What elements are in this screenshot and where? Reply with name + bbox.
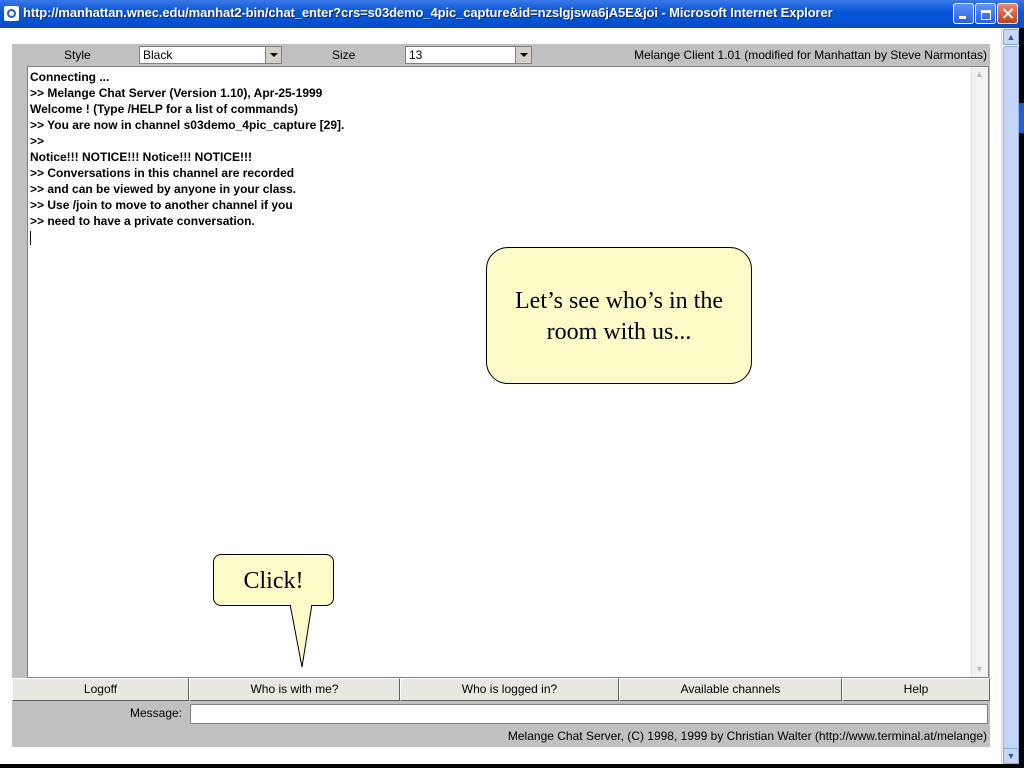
who-is-logged-in-button[interactable]: Who is logged in? [400, 678, 619, 701]
client-version-label: Melange Client 1.01 (modified for Manhat… [634, 48, 987, 62]
minimize-button[interactable] [953, 3, 974, 24]
help-button[interactable]: Help [842, 678, 990, 701]
chat-scrollbar[interactable]: ▲ ▼ [971, 67, 988, 677]
scroll-up-icon[interactable]: ▲ [1003, 29, 1019, 45]
chat-line: >> Use /join to move to another channel … [30, 198, 293, 212]
chat-line: Welcome ! (Type /HELP for a list of comm… [30, 102, 299, 116]
window-edge [1019, 28, 1024, 768]
scrollbar-thumb[interactable] [1003, 46, 1019, 764]
chat-line: >> Conversations in this channel are rec… [30, 166, 295, 180]
title-bar: http://manhattan.wnec.edu/manhat2-bin/ch… [0, 0, 1024, 28]
callout-click: Click! [213, 554, 334, 606]
chat-applet: Style Black Size 13 Melange Client 1.01 … [12, 44, 990, 747]
logoff-button[interactable]: Logoff [12, 678, 189, 701]
close-button[interactable] [997, 3, 1018, 24]
who-is-with-me-button[interactable]: Who is with me? [189, 678, 400, 701]
style-select[interactable]: Black [139, 46, 282, 64]
scroll-down-icon[interactable]: ▼ [1003, 748, 1019, 764]
ie-page-icon [4, 6, 19, 21]
server-credit: Melange Chat Server, (C) 1998, 1999 by C… [507, 729, 987, 743]
chevron-down-icon[interactable] [515, 47, 531, 63]
window-bottom-edge [0, 764, 1024, 768]
scroll-up-icon[interactable]: ▲ [972, 67, 987, 82]
message-input[interactable] [190, 704, 988, 724]
page-scrollbar[interactable]: ▲ ▼ [1001, 28, 1020, 766]
size-select[interactable]: 13 [405, 46, 532, 64]
options-row: Style Black Size 13 Melange Client 1.01 … [12, 44, 990, 66]
message-label: Message: [130, 706, 183, 720]
chevron-down-icon[interactable] [265, 47, 281, 63]
available-channels-button[interactable]: Available channels [619, 678, 842, 701]
callout-room: Let’s see who’s in the room with us... [486, 247, 752, 384]
restore-button[interactable] [975, 3, 996, 24]
chat-line: >> need to have a private conversation. [30, 214, 255, 228]
window-title: http://manhattan.wnec.edu/manhat2-bin/ch… [23, 5, 833, 20]
chat-lines: Connecting ... >> Melange Chat Server (Ve… [30, 69, 344, 229]
scroll-down-icon[interactable]: ▼ [972, 662, 987, 677]
chat-line: Connecting ... [30, 70, 110, 84]
chat-line: >> and can be viewed by anyone in your c… [30, 182, 297, 196]
chat-line: >> Melange Chat Server (Version 1.10), A… [30, 86, 323, 100]
size-label: Size [332, 48, 356, 62]
chat-line: Notice!!! NOTICE!!! Notice!!! NOTICE!!! [30, 150, 252, 164]
chat-line: >> You are now in channel s03demo_4pic_c… [30, 118, 345, 132]
style-label: Style [64, 48, 91, 62]
size-select-value: 13 [409, 48, 423, 62]
chat-line: >> [30, 134, 45, 148]
message-row: Message: [12, 703, 990, 724]
text-caret [30, 231, 31, 245]
command-buttons: Logoff Who is with me? Who is logged in?… [12, 678, 990, 701]
style-select-value: Black [143, 48, 173, 62]
